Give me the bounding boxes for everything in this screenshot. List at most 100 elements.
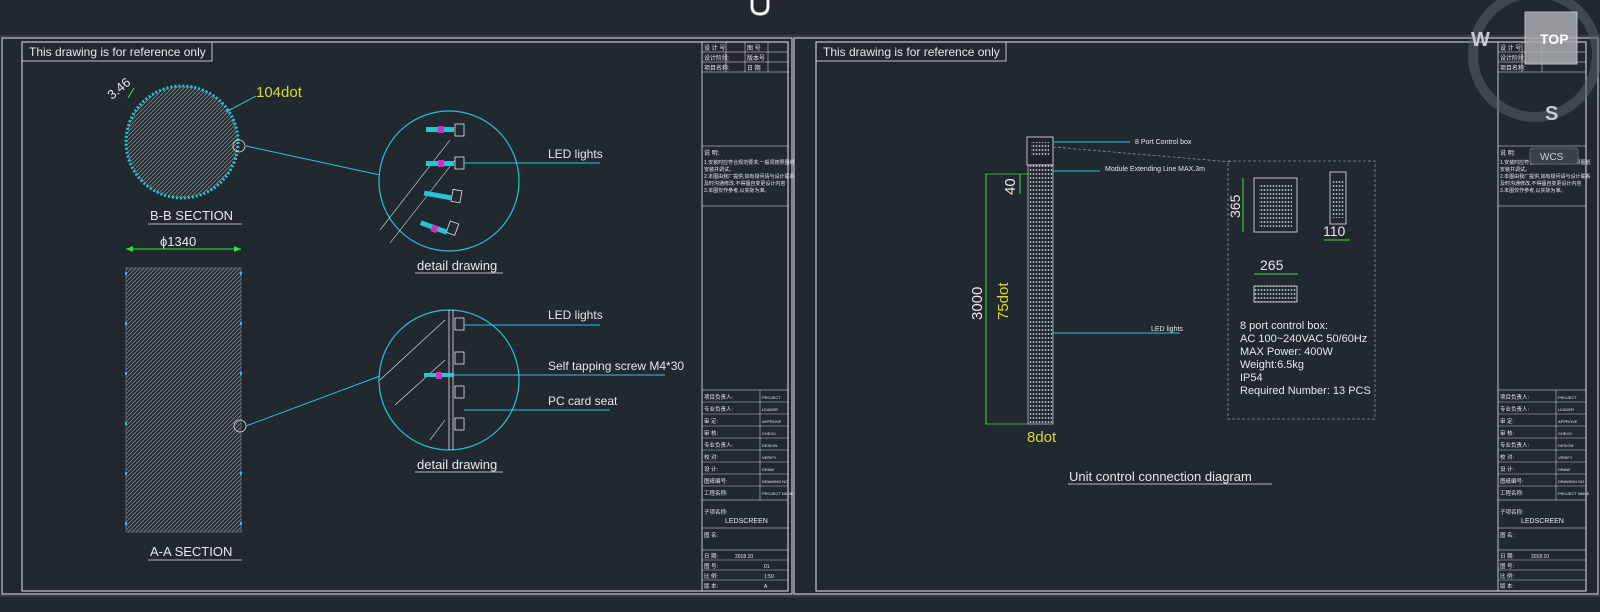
rtb-drawing-name-label: 图 名: [1500,531,1515,539]
rtb-bottom-2-label: 比 例: [1500,572,1515,580]
spec-line-4: IP54 [1240,372,1263,384]
rtb-drawing-title: LEDSCREEN [1521,518,1564,525]
detail-1-caption: detail drawing [417,258,497,273]
control-box-ports [1031,142,1049,156]
spec-line-0: 8 port control box: [1240,320,1328,332]
tb-note-0: 1.安装时应符合规范要求,一般须按照图纸 [704,159,795,166]
control-box-projection-line [1052,146,1233,163]
tb-header-0-value: 图 号 [747,45,761,52]
control-box-side-grille [1332,180,1344,218]
diameter-arrow-left [126,246,133,252]
rtb-sign-3-value: CHECK [1558,431,1572,436]
cad-drawing-canvas[interactable]: This drawing is for reference only 104do… [0,0,1600,612]
tb-header-1-value: 版本号 [747,54,765,62]
rtb-sign-6-value: DRAW [1558,467,1570,472]
reference-note-right: This drawing is for reference only [823,45,1000,59]
pc-card-label: PC card seat [548,394,618,408]
rtb-sign-3-label: 审 核: [1500,429,1515,437]
rtb-note-1: 安装并调试。 [1500,166,1530,173]
spec-line-5: Required Number: 13 PCS [1240,385,1371,397]
tb-bottom-2-label: 比 例: [704,572,719,580]
detail-2-leader [245,375,381,427]
viewcube-top-label: TOP [1540,31,1569,47]
rtb-bottom-0-value: 2018.10 [1531,554,1549,560]
dim-265-label: 265 [1260,257,1284,273]
aa-section-column[interactable] [125,267,242,533]
rtb-sign-5-value: VERIFY [1558,455,1573,460]
detail-2-caption: detail drawing [417,457,497,472]
rtb-sign-6-label: 设 计: [1500,465,1515,473]
right-sheet-border [793,37,1599,595]
viewcube-south-label[interactable]: S [1545,103,1558,125]
led-lights-label-2: LED lights [548,308,603,322]
dots-bottom-label: 8dot [1027,429,1057,446]
detail-2-content [379,310,465,450]
crosshair-cursor-icon [750,0,770,16]
tb-sign-7-value: DRAWING NO [762,479,788,484]
tb-sign-6-label: 设 计: [704,465,719,473]
rtb-sign-4-value: DESIGN [1558,443,1573,448]
tb-sign-5-value: VERIFY [762,455,777,460]
rtb-sign-0-label: 项目负责人: [1500,393,1530,401]
rtb-bottom-0-label: 日 期: [1500,553,1515,560]
rtb-sign-0-value: PROJECT [1558,395,1577,400]
dim-3000-label: 3000 [969,287,986,320]
dot-count-label: 104dot [256,84,303,101]
rtb-drawing-title-label: 子项名称: [1500,508,1524,516]
right-sheet-frame [815,41,1587,592]
rtb-sign-7-label: 图纸编号: [1500,477,1524,485]
tb-sign-2-label: 审 定: [704,417,719,425]
rtb-note-3: 及时沟通修改,不得擅自变更设计内容 [1500,180,1581,187]
dot-count-leader [225,95,257,113]
tb-header-1-label: 设计阶段: [704,54,730,62]
dots-vertical-label: 75dot [995,282,1012,320]
tb-header-2-label: 项目名称: [704,64,730,72]
tb-sign-6-value: DRAW [762,467,774,472]
viewcube-icon[interactable]: TOP W S WCS [1468,0,1600,165]
tb-header-0-label: 设 计 号: [704,44,727,52]
tb-bottom-1-label: 图 号: [704,562,719,570]
rtb-note-2: 2.本图由我厂提供,如有疑问请与设计联系 [1500,173,1591,180]
module-line-label: Module Extending Line MAX.3m [1105,166,1205,173]
rtb-sign-7-value: DRAWING NO [1558,479,1584,484]
tb-notes-title: 说 明: [704,149,720,157]
led-column[interactable] [1027,164,1054,425]
control-box-label: 8 Port Control box [1135,139,1192,146]
tb-sign-3-value: CHECK [762,431,776,436]
tb-sign-0-value: PROJECT [762,395,781,400]
dim-110-label: 110 [1323,223,1346,239]
tb-drawing-name-label: 图 名: [704,531,719,539]
tb-sign-0-label: 项目负责人: [704,393,734,401]
rtb-header-2-label: 项目名称: [1500,64,1526,72]
rtb-sign-1-value: LEADER [1558,407,1574,412]
left-sheet: This drawing is for reference only 104do… [1,37,795,595]
left-sheet-border [1,37,793,595]
viewcube-west-label[interactable]: W [1471,29,1490,51]
diameter-label: ϕ1340 [160,234,196,249]
control-box-bottom-view[interactable] [1253,285,1298,303]
rtb-note-4: 3.本图仅作参考,以实际为准。 [1500,187,1566,194]
rtb-header-1-label: 设计阶段: [1500,54,1526,62]
tb-drawing-title: LEDSCREEN [725,518,768,525]
rtb-bottom-1-label: 图 号: [1500,562,1515,570]
detail-1-leader [245,145,381,176]
tb-sign-1-value: LEADER [762,407,778,412]
rtb-sign-1-label: 专业负责人: [1500,405,1530,413]
spec-line-2: MAX Power: 400W [1240,346,1334,358]
tb-sign-8-label: 工程名称: [704,489,728,497]
screw-label: Self tapping screw M4*30 [548,359,684,373]
left-title-block[interactable]: 设 计 号: 图 号 设计阶段: 版本号 项目名称: 日 期 说 明: 1.安装… [701,41,795,592]
tb-header-2-value: 日 期 [747,64,761,72]
spec-line-3: Weight:6.5kg [1240,359,1304,371]
dim-40-label: 40 [1002,178,1019,195]
rtb-sign-5-label: 校 对: [1500,453,1515,461]
spec-line-1: AC 100~240VAC 50/60Hz [1240,333,1367,345]
dim-365-label: 365 [1227,194,1243,218]
control-box-front-grille [1259,183,1292,227]
tb-note-2: 2.本图由我厂提供,如有疑问请与设计联系 [704,173,795,180]
reference-note: This drawing is for reference only [29,45,206,59]
diameter-arrow-right [234,246,241,252]
bb-section-circle[interactable] [124,84,240,200]
detail-1-content [379,123,465,244]
tb-bottom-1-value: 01 [764,564,770,570]
